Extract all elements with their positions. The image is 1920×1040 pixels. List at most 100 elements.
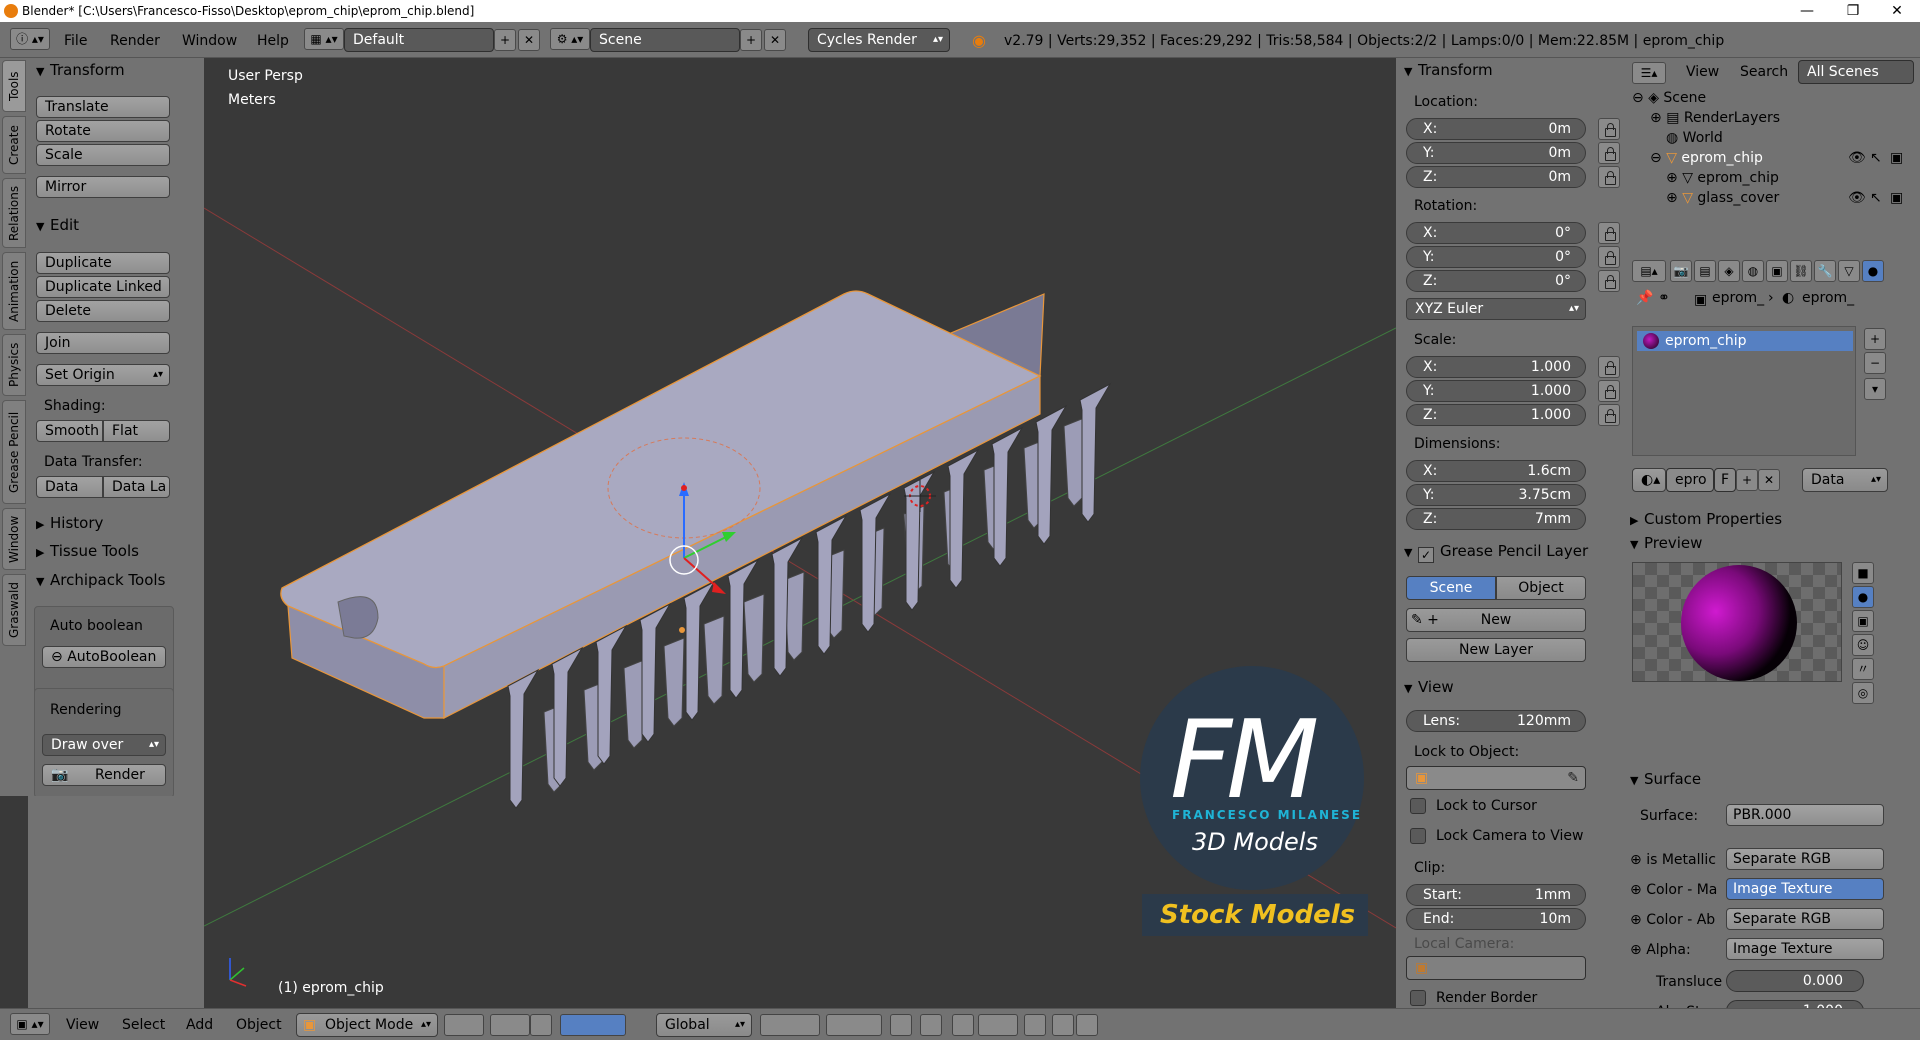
outliner-display-select[interactable]: All Scenes: [1798, 60, 1914, 84]
gp-scene-toggle[interactable]: Scene: [1406, 576, 1496, 600]
link-data-select[interactable]: Data ▴▾: [1802, 468, 1888, 492]
object-context-icon[interactable]: ▣: [1766, 260, 1788, 282]
outliner-row-glass-cover[interactable]: ⊕ ▽ glass_cover 👁 ↖ ▣: [1622, 188, 1908, 208]
remove-scene-icon[interactable]: ✕: [764, 29, 786, 51]
join-button[interactable]: Join: [36, 332, 170, 354]
lock-object-field[interactable]: ▣ ✎: [1406, 766, 1586, 790]
preview-header[interactable]: ▼ Preview: [1630, 534, 1702, 552]
rotation-x-field[interactable]: X: 0°: [1406, 222, 1586, 244]
editor-type-info-icon[interactable]: ⓘ ▴▾: [10, 28, 50, 50]
lock-layers-icon[interactable]: [890, 1014, 912, 1036]
clip-start-field[interactable]: Start: 1mm: [1406, 884, 1586, 906]
modifiers-context-icon[interactable]: 🔧: [1814, 260, 1836, 282]
expand-icon[interactable]: ⊕: [1666, 190, 1682, 206]
scale-x-field[interactable]: X: 1.000: [1406, 356, 1586, 378]
add-slot-icon[interactable]: +: [1864, 328, 1886, 350]
layers-context-icon[interactable]: ▤: [1694, 260, 1716, 282]
eyedropper-icon[interactable]: ✎: [1567, 767, 1579, 789]
menu-render[interactable]: Render: [110, 33, 160, 49]
n-transform-header[interactable]: ▼ Transform: [1404, 61, 1493, 79]
collapse-icon[interactable]: ⊖: [1632, 90, 1648, 106]
menu-object[interactable]: Object: [236, 1017, 282, 1033]
is-metallic-input[interactable]: Separate RGB: [1726, 848, 1884, 870]
edit-panel-header[interactable]: ▼ Edit: [36, 216, 79, 234]
archipack-panel-header[interactable]: ▼ Archipack Tools: [36, 571, 165, 589]
lens-field[interactable]: Lens: 120mm: [1406, 710, 1586, 732]
render-engine-select[interactable]: Cycles Render ▴▾: [808, 28, 950, 52]
grease-pencil-layer-header[interactable]: ▼ ✓ Grease Pencil Layer: [1404, 542, 1588, 563]
data-layout-button[interactable]: Data La: [103, 476, 170, 498]
lock-rot-z-icon[interactable]: [1598, 270, 1620, 292]
properties-editor-type-icon[interactable]: ▤▴: [1632, 260, 1666, 282]
view-panel-header[interactable]: ▼ View: [1404, 678, 1454, 696]
duplicate-linked-button[interactable]: Duplicate Linked: [36, 276, 170, 298]
clip-end-field[interactable]: End: 10m: [1406, 908, 1586, 930]
pin-icon[interactable]: 📌: [1636, 290, 1653, 306]
dimension-x-field[interactable]: X: 1.6cm: [1406, 460, 1586, 482]
snap-toggle-icon[interactable]: [952, 1014, 974, 1036]
maximize-button[interactable]: ❐: [1830, 0, 1876, 22]
scale-y-field[interactable]: Y: 1.000: [1406, 380, 1586, 402]
snap-element-icon[interactable]: [978, 1014, 1018, 1036]
add-layout-icon[interactable]: +: [494, 29, 516, 51]
viewport-shading-icon[interactable]: [444, 1014, 484, 1036]
collapse-icon[interactable]: ⊖: [1650, 150, 1666, 166]
lock-loc-z-icon[interactable]: [1598, 166, 1620, 188]
expand-input-icon[interactable]: ⊕: [1630, 912, 1646, 928]
snap-target-icon[interactable]: [1024, 1014, 1046, 1036]
lock-cursor-checkbox[interactable]: [1410, 798, 1426, 814]
tissue-tools-panel-header[interactable]: ▶ Tissue Tools: [36, 542, 139, 560]
constraints-context-icon[interactable]: ⛓: [1790, 260, 1812, 282]
color-ma-input[interactable]: Image Texture: [1726, 878, 1884, 900]
set-origin-select[interactable]: Set Origin ▴▾: [36, 364, 170, 386]
tab-physics[interactable]: Physics: [2, 334, 26, 396]
surface-shader-select[interactable]: PBR.000: [1726, 804, 1884, 826]
rotation-z-field[interactable]: Z: 0°: [1406, 270, 1586, 292]
manipulator-modes-icon[interactable]: [560, 1014, 626, 1036]
remove-slot-icon[interactable]: −: [1864, 352, 1886, 374]
preview-sky-icon[interactable]: ◎: [1852, 682, 1874, 704]
render-border-checkbox[interactable]: [1410, 990, 1426, 1006]
gp-object-toggle[interactable]: Object: [1496, 576, 1586, 600]
local-camera-field[interactable]: ▣: [1406, 956, 1586, 980]
duplicate-button[interactable]: Duplicate: [36, 252, 170, 274]
outliner-row-world[interactable]: ◍ World: [1622, 128, 1908, 148]
lock-scl-y-icon[interactable]: [1598, 380, 1620, 402]
mode-select[interactable]: ▣ Object Mode ▴▾: [296, 1013, 438, 1037]
scene-context-icon[interactable]: ◈: [1718, 260, 1740, 282]
dimension-y-field[interactable]: Y: 3.75cm: [1406, 484, 1586, 506]
gp-new-button[interactable]: ✎ + New: [1406, 608, 1586, 632]
outliner-row-eprom-chip[interactable]: ⊖ ▽ eprom_chip 👁 ↖ ▣: [1622, 148, 1908, 168]
lock-camera-checkbox[interactable]: [1410, 828, 1426, 844]
slot-specials-icon[interactable]: ▾: [1864, 378, 1886, 400]
lock-rot-y-icon[interactable]: [1598, 246, 1620, 268]
color-ab-input[interactable]: Separate RGB: [1726, 908, 1884, 930]
menu-file[interactable]: File: [64, 33, 87, 49]
render-visibility-icon[interactable]: ▣: [1890, 148, 1903, 168]
alpha-input[interactable]: Image Texture: [1726, 938, 1884, 960]
menu-view[interactable]: View: [66, 1017, 99, 1033]
scene-field[interactable]: Scene: [590, 28, 740, 52]
preview-monkey-icon[interactable]: ☺: [1852, 634, 1874, 656]
rotate-button[interactable]: Rotate: [36, 120, 170, 142]
eye-icon[interactable]: 👁: [1848, 188, 1866, 208]
unlink-material-icon[interactable]: ✕: [1758, 469, 1780, 491]
lock-loc-y-icon[interactable]: [1598, 142, 1620, 164]
autoboolean-button[interactable]: ⊖ AutoBoolean: [42, 646, 166, 668]
scene-icon[interactable]: ⚙ ▴▾: [550, 28, 590, 50]
tab-tools[interactable]: Tools: [2, 60, 26, 112]
fake-user-button[interactable]: F: [1714, 468, 1736, 492]
smooth-button[interactable]: Smooth: [36, 420, 103, 442]
expand-input-icon[interactable]: ⊕: [1630, 882, 1646, 898]
viewport-editor-type-icon[interactable]: ▣ ▴▾: [10, 1013, 50, 1035]
outliner-row-eprom-chip-mesh[interactable]: ⊕ ▽ eprom_chip: [1622, 168, 1908, 188]
tab-grease-pencil[interactable]: Grease Pencil: [2, 400, 26, 504]
custom-properties-header[interactable]: ▶ Custom Properties: [1630, 510, 1782, 528]
material-context-icon[interactable]: ●: [1862, 260, 1884, 282]
translate-button[interactable]: Translate: [36, 96, 170, 118]
transform-panel-header[interactable]: ▼ Transform: [36, 61, 125, 79]
material-slot-item[interactable]: eprom_chip: [1637, 331, 1853, 351]
minimize-button[interactable]: —: [1784, 0, 1830, 22]
menu-add[interactable]: Add: [186, 1017, 213, 1033]
delete-button[interactable]: Delete: [36, 300, 170, 322]
